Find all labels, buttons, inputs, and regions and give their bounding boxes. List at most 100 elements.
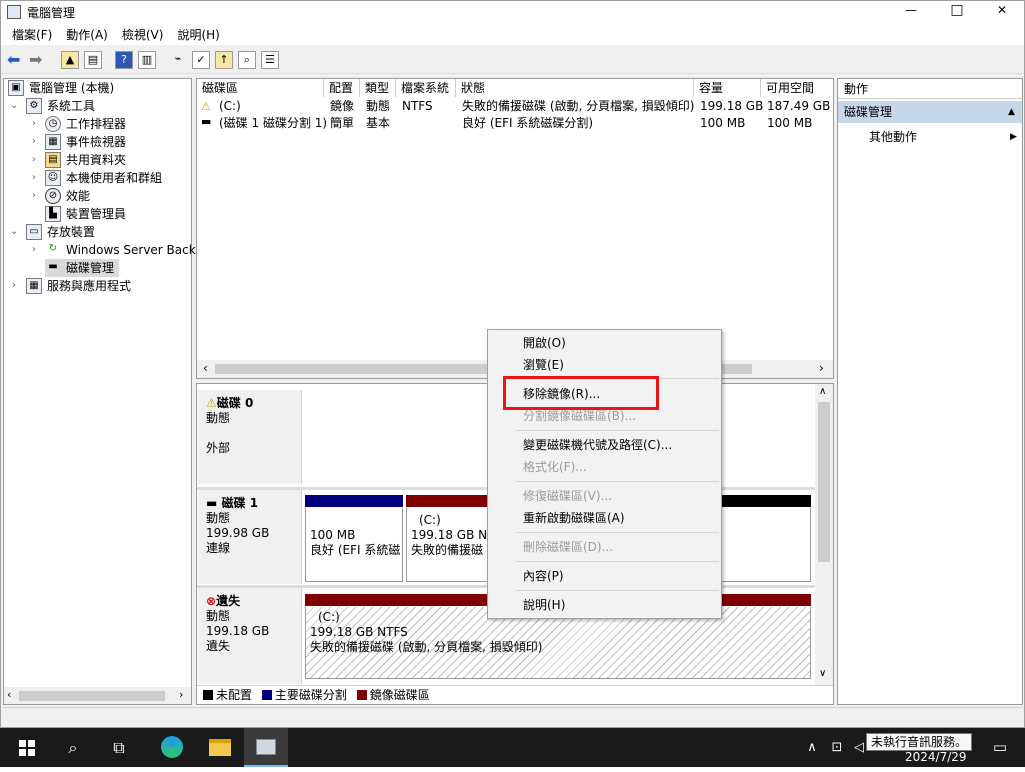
forward-icon[interactable]: ➡ — [29, 50, 42, 69]
menu-item-repair-volume[interactable]: 修復磁碟區(V)... — [523, 486, 612, 506]
missing-disk-info[interactable]: ⊗遺失 動態 199.18 GB 遺失 — [198, 588, 302, 684]
chevron-down-icon[interactable]: ⌄ — [10, 223, 18, 241]
scroll-thumb[interactable] — [818, 402, 830, 562]
primary-partition-bar — [305, 495, 403, 507]
col-header-status[interactable]: 狀態 — [456, 79, 694, 97]
tree-label: 裝置管理員 — [66, 207, 127, 221]
search-icon[interactable]: ⌕ — [238, 51, 256, 69]
close-button[interactable]: ✕ — [987, 3, 1017, 17]
volume-size: 199.18 GB NTFS — [310, 625, 408, 639]
scroll-down-icon[interactable]: ∨ — [819, 668, 826, 679]
col-header-free-space[interactable]: 可用空間 — [761, 79, 833, 97]
menu-item-properties[interactable]: 內容(P) — [523, 566, 564, 586]
unallocated-space[interactable] — [717, 508, 811, 582]
tree-label: 本機使用者和群組 — [66, 171, 163, 185]
chevron-right-icon[interactable]: › — [32, 133, 36, 151]
chevron-right-icon[interactable]: › — [32, 187, 36, 205]
show-hide-action-icon[interactable]: ▥ — [138, 51, 156, 69]
disk-0-info[interactable]: ⚠磁碟 0 動態 外部 — [198, 390, 302, 484]
tree-label: 磁碟管理 — [66, 261, 115, 275]
import-icon[interactable]: ↑ — [215, 51, 233, 69]
col-header-type[interactable]: 類型 — [360, 79, 396, 97]
cell-volume: (磁碟 1 磁碟分割 1) — [219, 116, 328, 130]
tree-hscrollbar[interactable]: ‹ › — [4, 687, 191, 704]
col-header-volume[interactable]: 磁碟區 — [197, 79, 324, 97]
tree-item-disk-management[interactable]: ▬ 磁碟管理 — [45, 259, 119, 277]
menu-separator — [516, 590, 719, 591]
menu-separator — [516, 561, 719, 562]
cell-type: 基本 — [366, 116, 391, 130]
disk-icon: ▬ — [48, 261, 58, 272]
disk-name: 遺失 — [216, 594, 241, 608]
edge-icon[interactable] — [150, 728, 194, 767]
properties-icon[interactable]: ☰ — [261, 51, 279, 69]
scroll-up-icon[interactable]: ∧ — [819, 386, 826, 397]
chevron-down-icon[interactable]: ⌄ — [10, 97, 18, 115]
maximize-button[interactable]: □ — [942, 2, 972, 18]
computer-icon: ▣ — [8, 80, 24, 96]
menu-item-split-mirror[interactable]: 分割鏡像磁碟區(B)... — [523, 406, 636, 426]
action-section-header[interactable]: 磁碟管理 ▲ — [838, 101, 1022, 123]
menu-help[interactable]: 說明(H) — [170, 26, 226, 43]
tools-icon: ⚙ — [26, 98, 42, 114]
more-actions-label: 其他動作 — [869, 130, 918, 144]
chevron-right-icon[interactable]: › — [32, 169, 36, 187]
tree-label: 事件檢視器 — [66, 135, 127, 149]
chevron-right-icon[interactable]: › — [12, 277, 16, 295]
minimize-button[interactable]: — — [896, 3, 926, 17]
menu-item-format[interactable]: 格式化(F)... — [523, 457, 587, 477]
tree-label: 存放裝置 — [47, 225, 96, 239]
scroll-left-icon[interactable]: ‹ — [203, 361, 208, 375]
disk-vscrollbar[interactable]: ∧ ∨ — [815, 384, 833, 685]
clock-date[interactable]: 2024/7/29 — [905, 750, 967, 764]
disk-1-info[interactable]: ▬ 磁碟 1 動態 199.98 GB 連線 — [198, 490, 302, 584]
up-folder-icon[interactable]: ▲ — [61, 51, 79, 69]
connect-icon[interactable]: ⌁ — [169, 51, 187, 69]
menu-item-delete-volume[interactable]: 刪除磁碟區(D)... — [523, 537, 613, 557]
search-icon[interactable]: ⌕ — [51, 728, 95, 767]
legend-label: 主要磁碟分割 — [274, 688, 347, 702]
more-actions[interactable]: 其他動作 ▶ — [838, 127, 1022, 147]
menu-item-open[interactable]: 開啟(O) — [523, 333, 566, 353]
network-icon[interactable]: ⊡ — [826, 728, 848, 767]
tree-label: 服務與應用程式 — [47, 279, 132, 293]
scroll-right-icon[interactable]: › — [179, 688, 183, 701]
cell-capacity: 199.18 GB — [700, 99, 764, 113]
col-header-layout[interactable]: 配置 — [324, 79, 360, 97]
scroll-thumb[interactable] — [19, 691, 165, 701]
tree-label: 效能 — [66, 189, 91, 203]
warning-icon: ⚠ — [201, 100, 211, 113]
task-view-icon[interactable]: ⧉ — [97, 728, 141, 767]
chevron-right-icon[interactable]: › — [32, 151, 36, 169]
notification-icon[interactable]: ▭ — [978, 728, 1022, 767]
back-icon[interactable]: ⬅ — [7, 50, 20, 69]
menu-item-reactivate-volume[interactable]: 重新啟動磁碟區(A) — [523, 508, 625, 528]
collapse-icon[interactable]: ▲ — [1008, 101, 1015, 123]
checklist-icon[interactable]: ✓ — [192, 51, 210, 69]
chevron-right-icon[interactable]: › — [32, 241, 36, 259]
efi-partition[interactable]: 100 MB 良好 (EFI 系統磁 — [305, 508, 403, 582]
menu-file[interactable]: 檔案(F) — [5, 26, 59, 43]
show-hide-tree-icon[interactable]: ▤ — [84, 51, 102, 69]
c-volume-disk1[interactable]: (C:) 199.18 GB NT 失敗的備援磁 — [406, 508, 491, 582]
cell-capacity: 100 MB — [700, 116, 746, 130]
menu-item-explore[interactable]: 瀏覽(E) — [523, 355, 564, 375]
disk-status: 遺失 — [206, 639, 231, 653]
disk-size: 199.18 GB — [206, 624, 270, 638]
col-header-filesystem[interactable]: 檔案系統 — [396, 79, 456, 97]
chevron-right-icon[interactable]: › — [32, 115, 36, 133]
scroll-right-icon[interactable]: › — [819, 361, 824, 375]
menu-item-help[interactable]: 說明(H) — [523, 595, 565, 615]
col-header-capacity[interactable]: 容量 — [694, 79, 761, 97]
computer-management-taskbar-icon[interactable] — [244, 728, 288, 767]
title-bar: 電腦管理 — □ ✕ — [1, 1, 1024, 23]
help-icon[interactable]: ? — [115, 51, 133, 69]
file-explorer-icon[interactable] — [198, 728, 242, 767]
menu-action[interactable]: 動作(A) — [59, 26, 115, 43]
scroll-left-icon[interactable]: ‹ — [7, 688, 11, 701]
cell-layout: 鏡像 — [330, 99, 355, 113]
menu-view[interactable]: 檢視(V) — [115, 26, 171, 43]
show-hidden-icons[interactable]: ∧ — [800, 728, 824, 767]
menu-item-change-drive-letter[interactable]: 變更磁碟機代號及路徑(C)... — [523, 435, 672, 455]
start-button[interactable] — [5, 728, 49, 767]
